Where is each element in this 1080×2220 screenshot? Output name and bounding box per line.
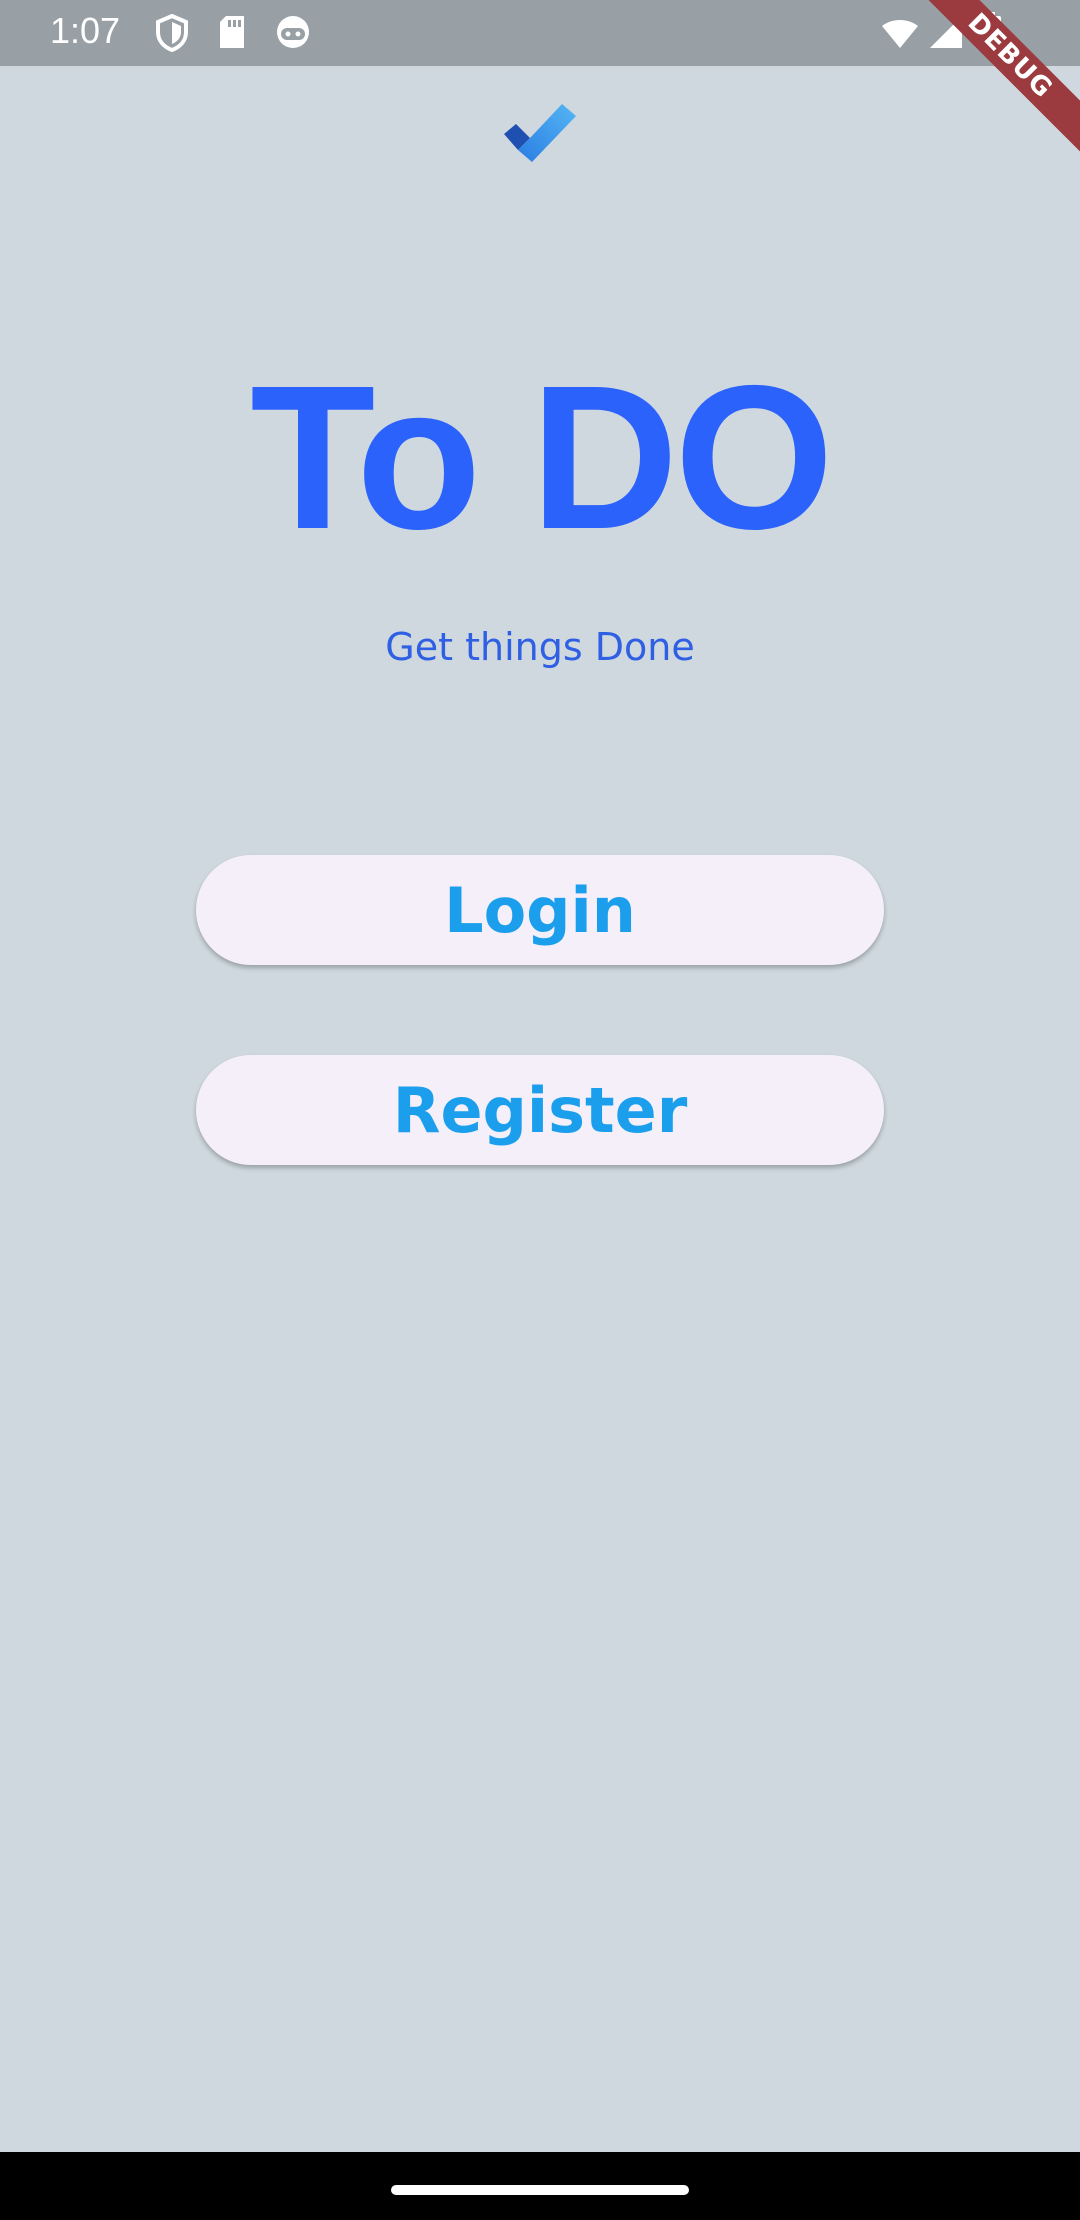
- status-time: 1:07: [50, 10, 121, 51]
- app-subtitle: Get things Done: [385, 625, 695, 669]
- status-bar: 1:07: [0, 0, 1080, 66]
- check-logo-icon: [504, 104, 576, 162]
- login-button[interactable]: Login: [196, 855, 884, 965]
- wifi-icon: [882, 20, 918, 48]
- login-button-label: Login: [444, 873, 636, 947]
- navigation-bar: [0, 2152, 1080, 2220]
- sd-card-icon: [220, 16, 244, 48]
- shield-icon: [156, 14, 188, 52]
- register-button-label: Register: [392, 1073, 688, 1147]
- register-button[interactable]: Register: [196, 1055, 884, 1165]
- app-title: To DO: [250, 343, 834, 572]
- android-icon: [277, 16, 309, 48]
- home-indicator[interactable]: [391, 2185, 689, 2195]
